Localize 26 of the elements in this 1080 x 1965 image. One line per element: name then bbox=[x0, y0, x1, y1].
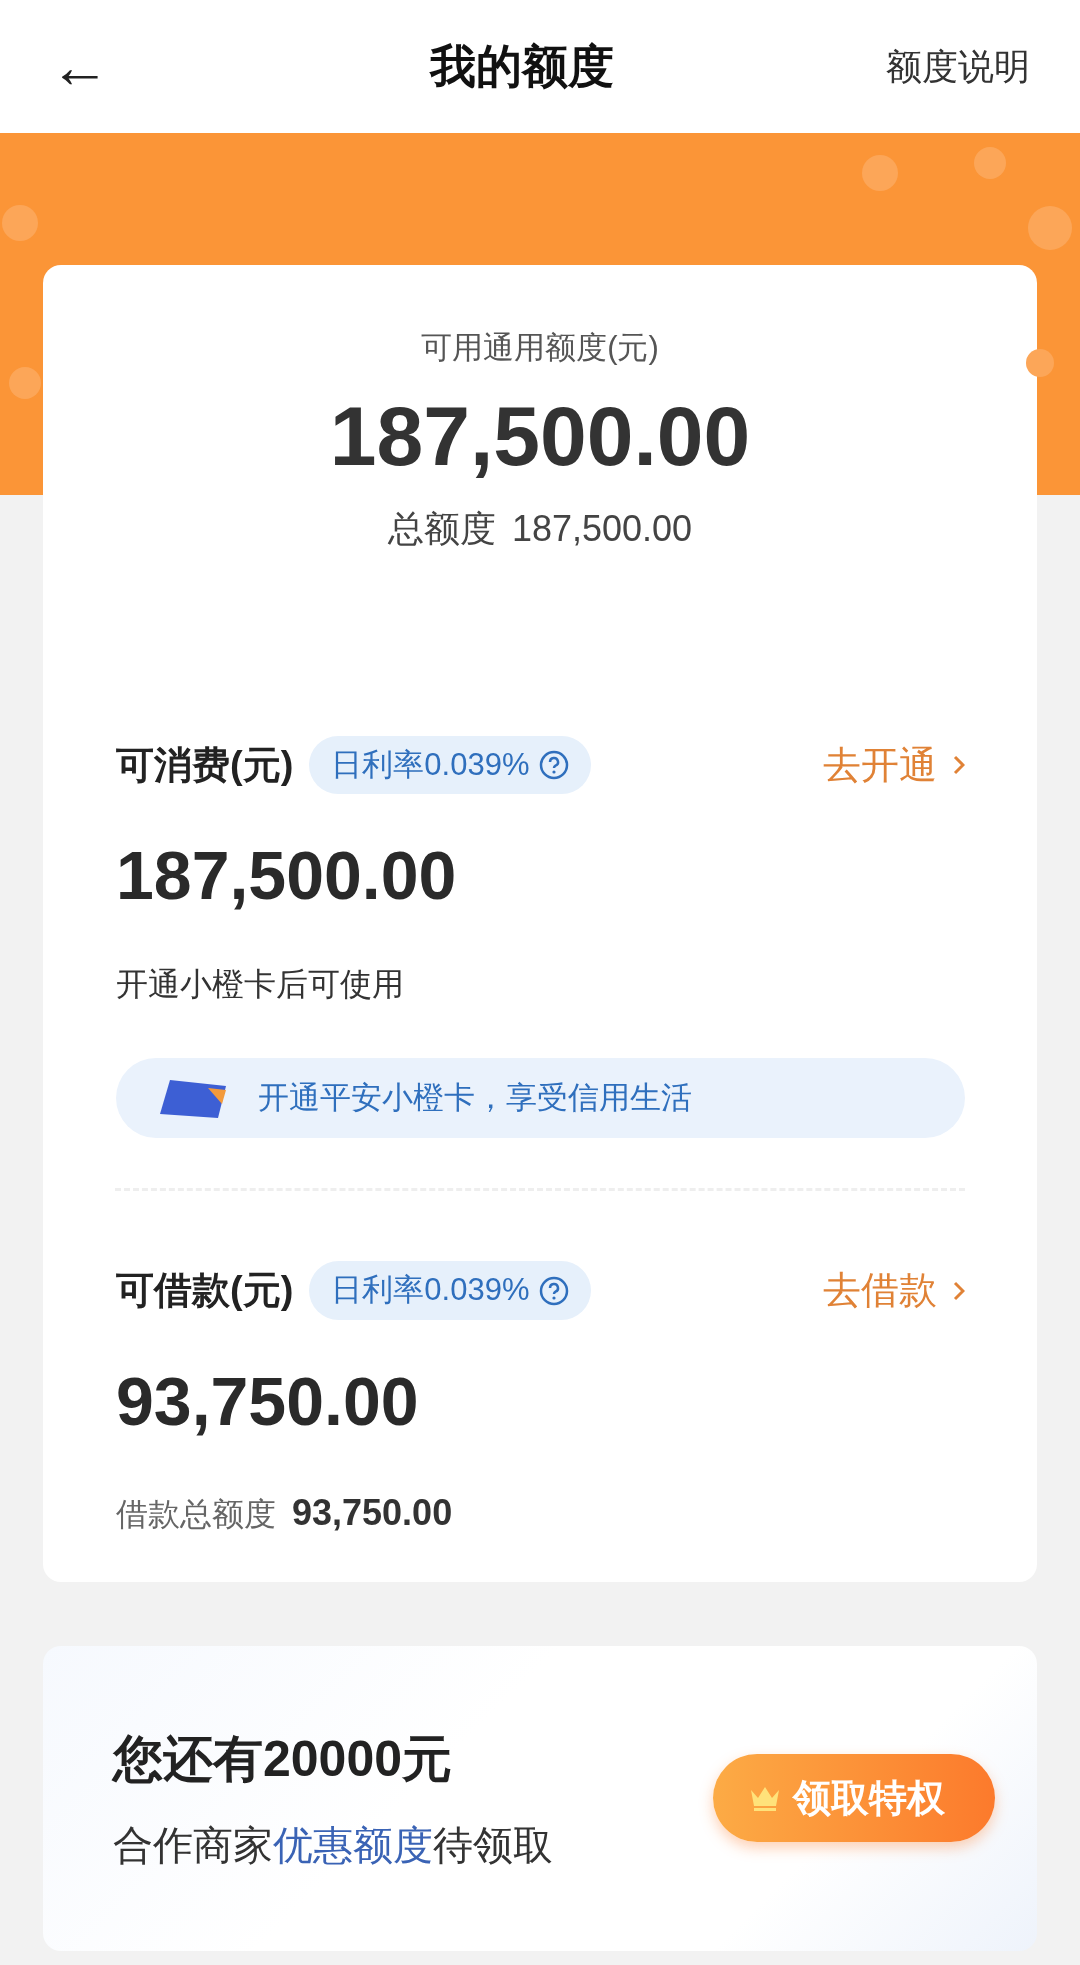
total-limit-label: 总额度 bbox=[387, 506, 496, 551]
usage-note: 开通小橙卡后可使用 bbox=[116, 965, 405, 1005]
loan-total-label: 借款总额度 bbox=[116, 1494, 276, 1534]
total-limit-value: 187,500.00 bbox=[511, 506, 693, 551]
interest-rate-badge[interactable]: 日利率0.039% bbox=[309, 1261, 592, 1320]
chevron-right-icon bbox=[953, 755, 965, 776]
interest-rate-badge[interactable]: 日利率0.039% bbox=[309, 735, 592, 795]
available-limit-label: 可用通用额度(元) bbox=[420, 329, 660, 367]
section-title: 可消费(元) bbox=[116, 742, 294, 788]
promo-title: 您还有20000元 bbox=[113, 1729, 454, 1789]
promo-subtitle: 合作商家优惠额度待领取 bbox=[113, 1821, 553, 1869]
back-button[interactable]: ← bbox=[50, 36, 110, 97]
activate-link[interactable]: 去开通 bbox=[823, 736, 965, 794]
available-limit-amount: 187,500.00 bbox=[328, 389, 752, 482]
promo-banner[interactable]: 开通平安小橙卡，享受信用生活 bbox=[116, 1058, 965, 1139]
claim-button[interactable]: 领取特权 bbox=[713, 1754, 995, 1843]
loan-total-value: 93,750.00 bbox=[292, 1490, 453, 1535]
section-title: 可借款(元) bbox=[116, 1268, 294, 1314]
section-amount: 93,750.00 bbox=[116, 1361, 420, 1441]
borrow-link[interactable]: 去借款 bbox=[823, 1262, 965, 1320]
page-title: 我的额度 bbox=[430, 39, 614, 94]
help-icon bbox=[539, 750, 570, 781]
chevron-right-icon bbox=[953, 1280, 965, 1301]
explanation-link[interactable]: 额度说明 bbox=[886, 39, 1030, 94]
help-icon bbox=[539, 1275, 570, 1306]
section-amount: 187,500.00 bbox=[116, 836, 458, 916]
